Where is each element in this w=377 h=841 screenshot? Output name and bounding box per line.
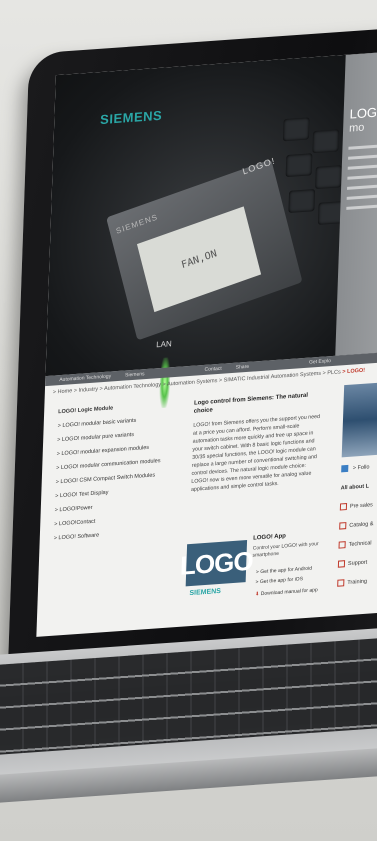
- left-nav-item[interactable]: > LOGO! modular communication modules: [56, 456, 186, 471]
- module-button: [315, 165, 342, 190]
- left-nav-item[interactable]: > LOGO! modular basic variants: [58, 414, 188, 430]
- android-link[interactable]: > Get the app for Android: [256, 566, 312, 576]
- manual-download-label: Download manual for app: [260, 587, 318, 598]
- right-link-catalog[interactable]: Catalog &: [339, 520, 374, 530]
- app-description: Control your LOGO! with your smartphone: [252, 541, 319, 559]
- left-nav-item[interactable]: > LOGO! Software: [54, 526, 184, 541]
- main-content: Logo control from Siemens: The natural c…: [191, 390, 326, 494]
- content-body: LOGO! from Siemens offers you the suppor…: [190, 413, 321, 493]
- left-navigation: LOGO! Logic Module > LOGO! modular basic…: [53, 400, 188, 550]
- module-button: [285, 153, 313, 178]
- right-links: All about L Pre sales Catalog & Technica…: [337, 483, 375, 599]
- module-button: [282, 117, 310, 142]
- square-icon: [338, 541, 346, 549]
- hero-banner: SIEMENS LOGO! SIEMENS FAN,ON LAN LOGO mo: [45, 47, 377, 409]
- right-link-technical[interactable]: Technical: [338, 539, 373, 549]
- left-nav-item[interactable]: > LOGO! CSM Compact Switch Modules: [56, 470, 186, 485]
- square-icon: [337, 560, 346, 568]
- left-nav-item[interactable]: > LOGO!Contact: [54, 512, 184, 528]
- hero-side-text-lines: [346, 142, 377, 216]
- download-icon: ⬇: [255, 591, 260, 598]
- right-link-support[interactable]: Support: [337, 558, 372, 568]
- siemens-logo[interactable]: SIEMENS: [100, 108, 163, 127]
- nav-item[interactable]: Siemens: [125, 371, 145, 378]
- nav-item[interactable]: Get Explo: [309, 358, 331, 366]
- right-link-label: Support: [347, 559, 368, 567]
- hero-side-title: LOGO: [349, 103, 377, 122]
- left-nav-item[interactable]: > LOGO! modular expansion modules: [57, 442, 187, 458]
- lan-label: LAN: [156, 339, 172, 350]
- follow-label: > Follo: [352, 464, 370, 472]
- manual-download-link[interactable]: ⬇ Download manual for app: [255, 587, 318, 597]
- right-link-label: Catalog &: [349, 521, 374, 529]
- app-brand: SIEMENS: [189, 587, 222, 598]
- module-button: [312, 129, 340, 154]
- square-icon: [339, 503, 348, 511]
- nav-item[interactable]: Automation Technology: [59, 373, 111, 383]
- nav-item[interactable]: Contact: [204, 366, 221, 373]
- right-link-label: Pre sales: [349, 502, 373, 510]
- laptop-screen: SIEMENS LOGO! SIEMENS FAN,ON LAN LOGO mo: [36, 47, 377, 637]
- module-button: [288, 189, 316, 213]
- follow-icon: [341, 464, 349, 473]
- left-nav-item[interactable]: > LOGO! modular pure variants: [57, 428, 187, 443]
- app-title: LOGO! App: [253, 533, 286, 542]
- left-nav-item[interactable]: > LOGO!Power: [55, 498, 185, 514]
- left-nav-item[interactable]: > LOGO! Text Display: [55, 484, 185, 500]
- right-link-label: Technical: [348, 540, 372, 548]
- nav-item[interactable]: Share: [236, 364, 250, 371]
- about-heading: All about L: [340, 483, 370, 492]
- square-icon: [337, 579, 345, 587]
- app-promo: LOGO SIEMENS LOGO! App Control your LOGO…: [180, 526, 327, 620]
- ios-link[interactable]: > Get the app for iOS: [255, 576, 303, 585]
- square-icon: [339, 522, 347, 530]
- left-nav-heading[interactable]: LOGO! Logic Module: [58, 400, 188, 415]
- right-link-training[interactable]: Training: [337, 577, 371, 587]
- promo-photo: [341, 382, 377, 458]
- follow-link[interactable]: > Follo: [341, 463, 370, 473]
- right-column: > Follo All about L Pre sales Catalog & …: [337, 378, 377, 587]
- right-link-pre-sales[interactable]: Pre sales: [339, 501, 374, 511]
- laptop-scene: SIEMENS LOGO! SIEMENS FAN,ON LAN LOGO mo: [0, 0, 377, 841]
- content-title: Logo control from Siemens: The natural c…: [193, 392, 309, 415]
- breadcrumb-current[interactable]: > LOGO!: [342, 368, 365, 376]
- logo-app-logo: LOGO: [180, 540, 253, 587]
- right-link-label: Training: [347, 578, 368, 587]
- hero-side-subtitle: mo: [348, 121, 365, 135]
